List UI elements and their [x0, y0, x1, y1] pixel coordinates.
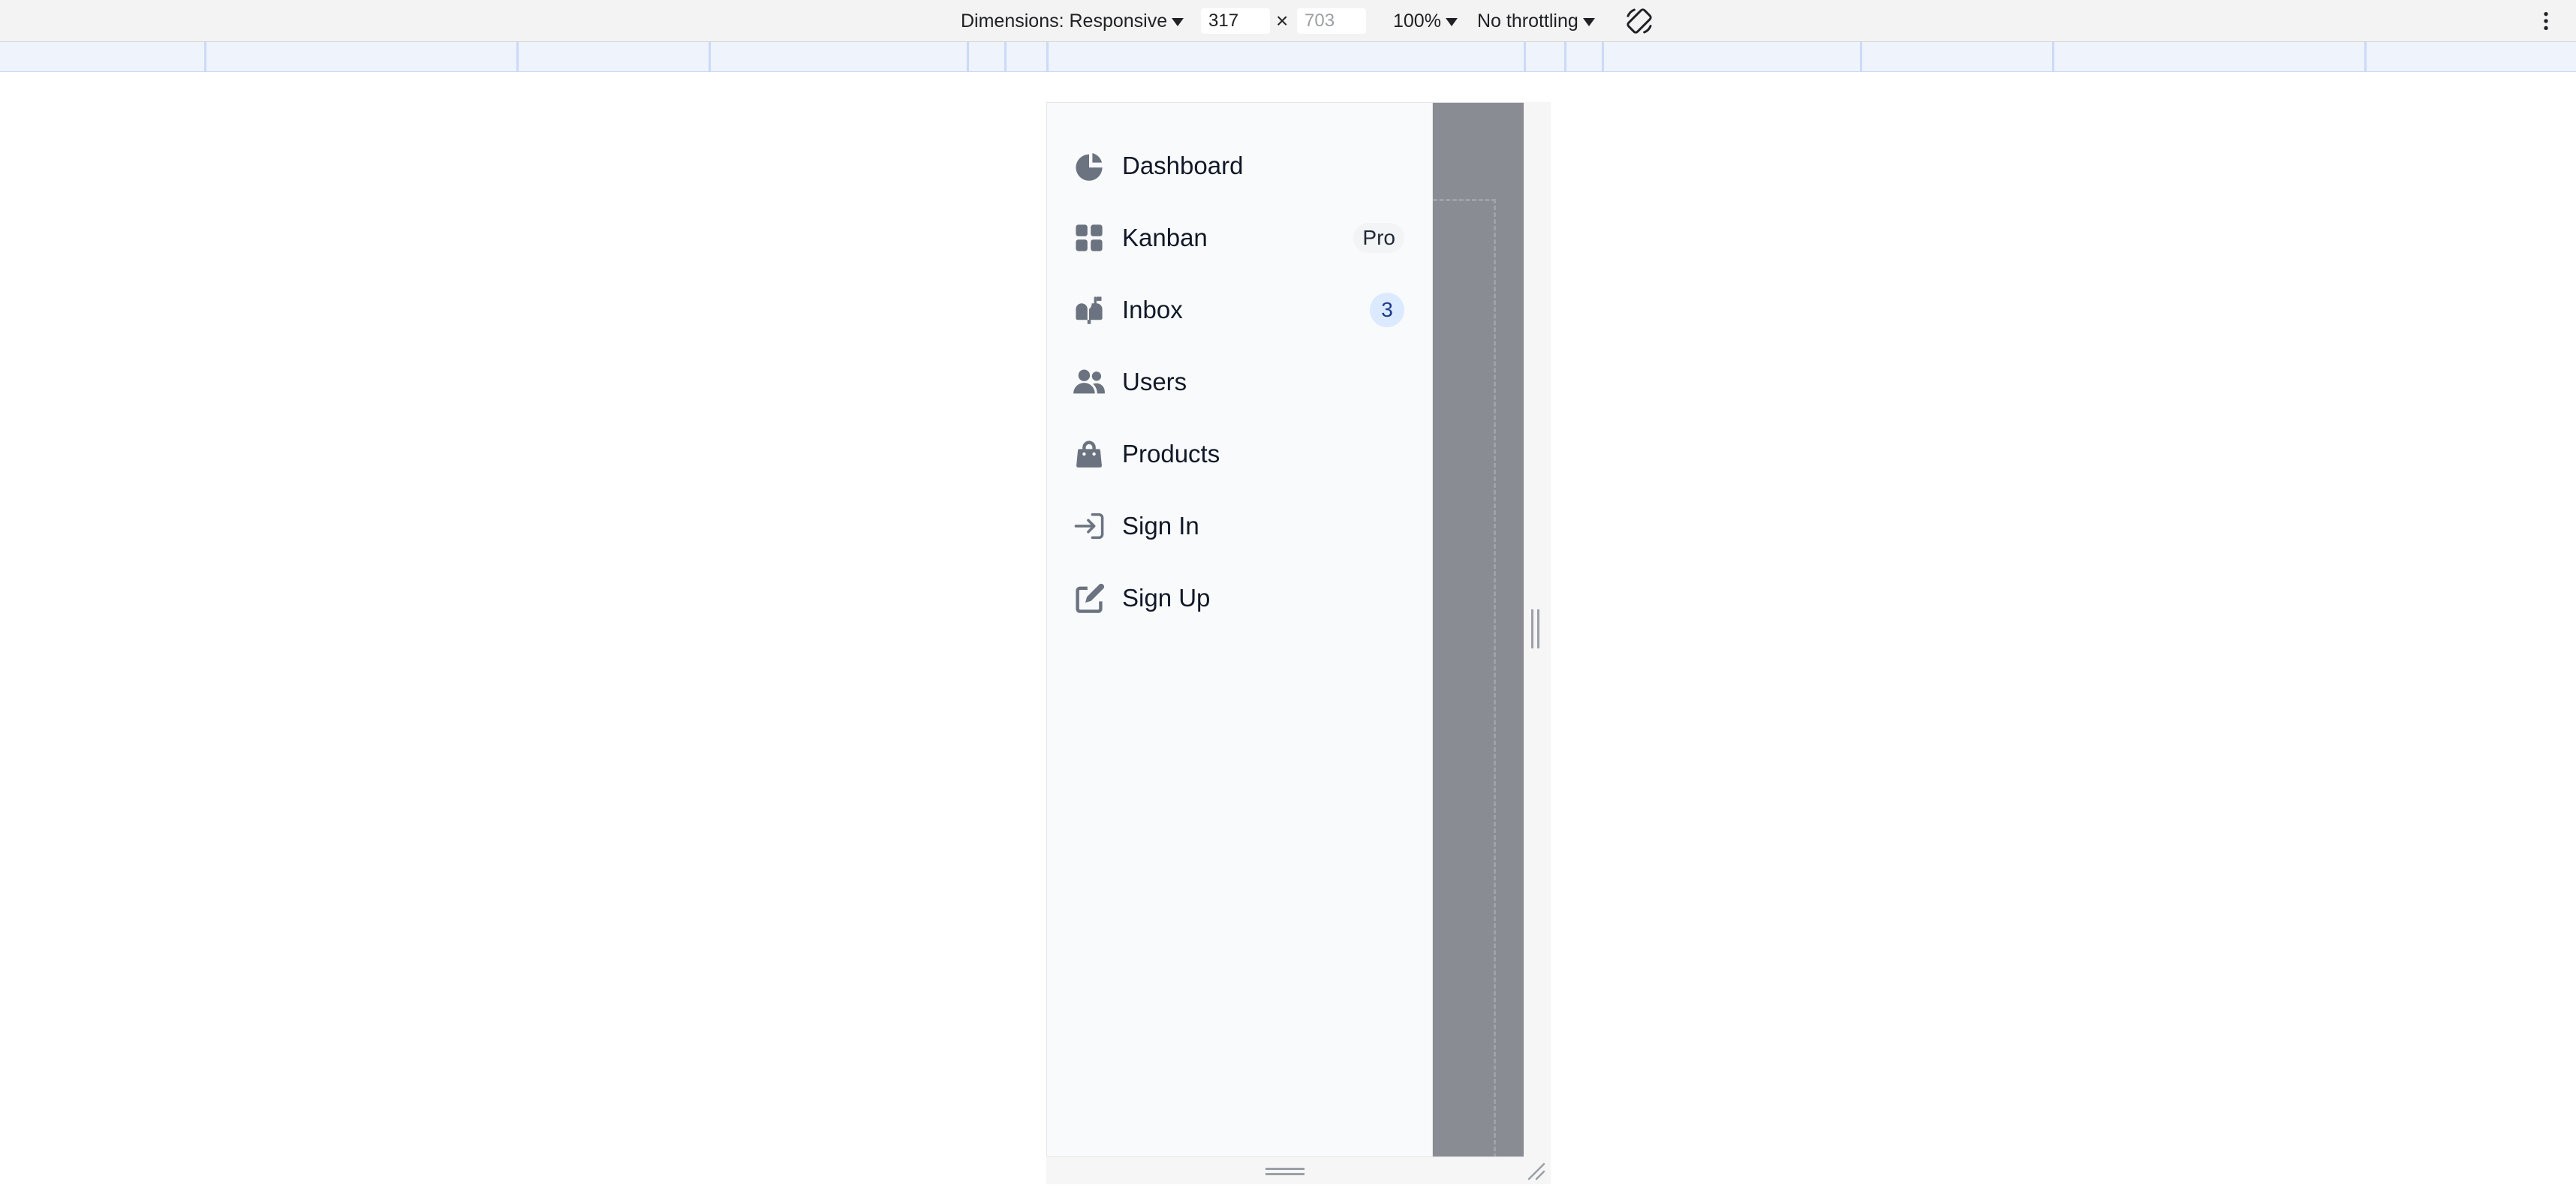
sidebar-item-users[interactable]: Users	[1067, 346, 1413, 418]
more-options-icon[interactable]	[2540, 0, 2552, 42]
backdrop-content-outline	[1433, 199, 1496, 1156]
sidebar-item-label: Users	[1122, 368, 1187, 396]
chevron-down-icon	[1582, 17, 1595, 26]
sidebar-item-label: Sign Up	[1122, 584, 1211, 612]
drawer-backdrop[interactable]	[1433, 103, 1524, 1156]
chevron-down-icon	[1445, 17, 1458, 26]
sidebar-item-inbox[interactable]: Inbox 3	[1067, 274, 1413, 346]
zoom-label: 100%	[1393, 10, 1441, 32]
device-viewport: Dashboard Kanban Pro Inbox 3 Users Produ…	[1046, 102, 1524, 1157]
dimensions-label: Dimensions: Responsive	[961, 10, 1168, 32]
media-query-marker[interactable]	[1524, 42, 1526, 71]
throttling-dropdown[interactable]: No throttling	[1477, 0, 1595, 42]
zoom-dropdown[interactable]: 100%	[1393, 0, 1458, 42]
sidebar-item-label: Products	[1122, 440, 1220, 468]
sidebar-item-label: Dashboard	[1122, 152, 1244, 179]
sidebar-nav: Dashboard Kanban Pro Inbox 3 Users Produ…	[1067, 130, 1413, 634]
sidebar-item-dashboard[interactable]: Dashboard	[1067, 130, 1413, 202]
media-query-bar[interactable]	[0, 42, 2576, 72]
sidebar-item-sign-in[interactable]: Sign In	[1067, 490, 1413, 562]
rotate-icon[interactable]	[1624, 0, 1654, 42]
media-query-marker[interactable]	[2052, 42, 2054, 71]
inbox-icon	[1073, 293, 1106, 326]
media-query-marker[interactable]	[2364, 42, 2367, 71]
resize-handle-right[interactable]	[1531, 609, 1542, 648]
resize-handle-corner[interactable]	[1527, 1162, 1546, 1181]
users-icon	[1073, 365, 1106, 399]
sidebar-item-label: Kanban	[1122, 224, 1208, 251]
chevron-down-icon	[1172, 17, 1184, 26]
device-toolbar: Dimensions: Responsive 317 × 703 100% No…	[0, 0, 2576, 42]
media-query-marker[interactable]	[1046, 42, 1049, 71]
login-icon	[1073, 510, 1106, 543]
media-query-marker[interactable]	[1564, 42, 1566, 71]
pro-badge: Pro	[1353, 223, 1404, 253]
sidebar-item-label: Inbox	[1122, 296, 1183, 323]
sidebar-item-label: Sign In	[1122, 512, 1199, 540]
sidebar: Dashboard Kanban Pro Inbox 3 Users Produ…	[1047, 103, 1433, 1156]
throttling-label: No throttling	[1477, 10, 1578, 32]
shopping-bag-icon	[1073, 438, 1106, 471]
media-query-marker[interactable]	[709, 42, 711, 71]
unread-count-badge: 3	[1370, 293, 1404, 327]
height-input[interactable]: 703	[1297, 8, 1366, 34]
sidebar-item-kanban[interactable]: Kanban Pro	[1067, 202, 1413, 274]
dimensions-dropdown[interactable]: Dimensions: Responsive	[961, 0, 1184, 42]
media-query-marker[interactable]	[1004, 42, 1007, 71]
width-input[interactable]: 317	[1201, 8, 1270, 34]
view-grid-icon	[1073, 221, 1106, 254]
pencil-square-icon	[1073, 582, 1106, 615]
media-query-marker[interactable]	[516, 42, 519, 71]
sidebar-item-products[interactable]: Products	[1067, 418, 1413, 490]
media-query-marker[interactable]	[204, 42, 206, 71]
times-separator: ×	[1276, 9, 1289, 32]
sidebar-item-sign-up[interactable]: Sign Up	[1067, 562, 1413, 634]
media-query-marker[interactable]	[967, 42, 969, 71]
chart-pie-icon	[1073, 149, 1106, 182]
resize-handle-bottom[interactable]	[1265, 1168, 1305, 1178]
media-query-marker[interactable]	[1602, 42, 1604, 71]
media-query-marker[interactable]	[1860, 42, 1862, 71]
